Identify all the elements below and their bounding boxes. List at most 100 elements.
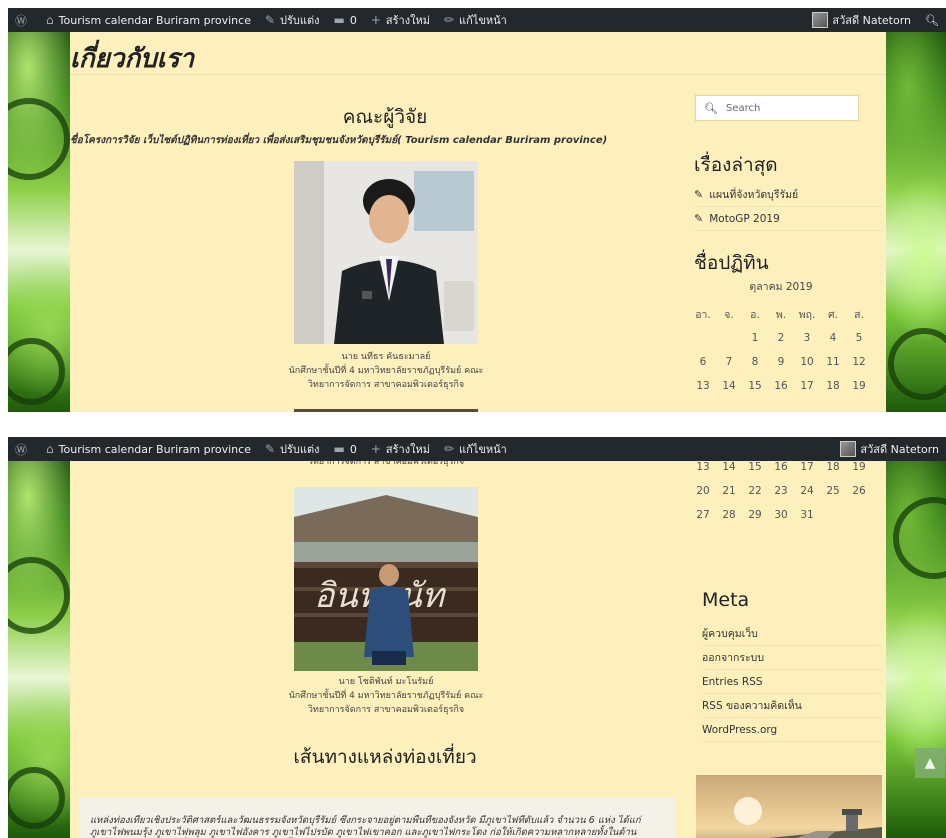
meta-link-label: WordPress.org [702,723,778,736]
route-description: แหล่งท่องเที่ยวเชิงประวัติศาสตร์และวัฒนธ… [90,815,641,838]
meta-link[interactable]: Entries RSS [702,670,882,694]
calendar-widget: ตุลาคม 2019 อา. จ. อ. พ. พฤ. ศ. ส. 1 2 3 [690,278,872,398]
calendar-day: 20 [696,485,710,497]
site-name-link[interactable]: ⌂ Tourism calendar Buriram province [39,8,258,32]
avatar [840,441,857,457]
edit-page-link[interactable]: ✏ แก้ไขหน้า [437,8,514,32]
pencil-icon: ✏ [443,442,455,456]
wordpress-icon: Ⓦ [15,13,28,28]
search-icon: 🔍︎ [925,13,939,27]
weekday-header: อา. [695,308,711,321]
calendar-day: 14 [722,380,736,392]
calendar-day: 10 [800,356,814,368]
meta-link[interactable]: ออกจากระบบ [702,646,882,670]
edit-page-link[interactable]: ✏ แก้ไขหน้า [437,437,514,461]
avatar [812,12,829,28]
wordpress-logo-button[interactable]: Ⓦ [8,8,39,32]
divider [70,74,886,75]
scroll-to-top-button[interactable]: ▲ [915,748,945,778]
calendar-day: 15 [748,380,762,392]
page-title: เกี่ยวกับเรา [70,44,195,74]
brush-icon: ✎ [264,13,276,27]
weekday-header: พ. [775,308,787,321]
comment-icon: ▬ [333,442,345,456]
content-area: เกี่ยวกับเรา คณะผู้วิจัย ชื่อโครงการวิจั… [70,32,886,412]
new-label: สร้างใหม่ [385,443,430,456]
calendar-day: 19 [852,380,866,392]
plus-icon: + [370,442,381,456]
project-name: ชื่อโครงการวิจัย เว็บไซต์ปฏิทินการท่องเท… [70,135,608,146]
calendar-day: 26 [852,485,866,497]
customize-link[interactable]: ✎ ปรับแต่ง [258,437,327,461]
calendar-day: 13 [696,380,710,392]
greeting-label: สวัสดี Natetorn [860,443,939,456]
calendar-day: 29 [748,509,762,521]
screenshot-bottom: Ⓦ ⌂ Tourism calendar Buriram province ✎ ปร… [8,437,946,838]
calendar-day: 7 [725,356,733,368]
new-content-link[interactable]: + สร้างใหม่ [364,8,437,32]
calendar-widget-continued: 13 14 15 16 17 18 19 20 21 22 23 24 25 2… [690,455,872,527]
calendar-day: 25 [826,485,840,497]
customize-label: ปรับแต่ง [280,14,320,27]
sunset-road-image [696,775,882,838]
edit-page-label: แก้ไขหน้า [459,14,507,27]
wordpress-icon: Ⓦ [15,442,28,457]
weekday-header: จ. [724,308,734,321]
meta-title: Meta [702,589,750,611]
pencil-icon: ✎ [694,211,704,225]
home-icon: ⌂ [46,13,54,27]
researcher1-line2: นักศึกษาชั้นปีที่ 4 มหาวิทยาลัยราชภัฏบุร… [288,366,484,376]
home-icon: ⌂ [46,442,54,456]
calendar-day: 22 [748,485,762,497]
meta-link[interactable]: ผู้ควบคุมเว็บ [702,622,882,646]
greeting-label: สวัสดี Natetorn [832,14,912,27]
admin-search-button[interactable]: 🔍︎ [918,8,946,32]
customize-link[interactable]: ✎ ปรับแต่ง [258,8,327,32]
recent-post-link[interactable]: ✎ แผนที่จังหวัดบุรีรัมย์ [694,183,884,207]
new-content-link[interactable]: + สร้างใหม่ [364,437,437,461]
calendar-day: 4 [829,332,837,344]
calendar-day: 21 [722,485,736,497]
calendar-day: 31 [800,509,814,521]
plus-icon: + [370,13,381,27]
calendar-day: 2 [777,332,785,344]
search-input[interactable]: 🔍︎ Search [695,95,859,121]
wordpress-logo-button[interactable]: Ⓦ [8,437,39,461]
pencil-icon: ✎ [694,187,704,201]
customize-label: ปรับแต่ง [280,443,320,456]
comments-link[interactable]: ▬ 0 [327,8,364,32]
researcher2-photo-partial [294,409,478,412]
meta-link[interactable]: WordPress.org [702,718,882,742]
comments-count: 0 [349,442,357,456]
calendar-caption: ตุลาคม 2019 [749,281,813,293]
my-account-link[interactable]: สวัสดี Natetorn [833,437,946,461]
calendar-day: 1 [751,332,759,344]
edit-page-label: แก้ไขหน้า [459,443,507,456]
my-account-link[interactable]: สวัสดี Natetorn [805,8,918,32]
arrow-up-icon: ▲ [924,755,936,771]
calendar-title: ชื่อปฏิทิน [694,252,769,274]
calendar-day: 9 [777,356,785,368]
comments-link[interactable]: ▬ 0 [327,437,364,461]
recent-post-link[interactable]: ✎ MotoGP 2019 [694,207,884,231]
weekday-header: ศ. [827,308,838,321]
site-name-label: Tourism calendar Buriram province [58,442,251,456]
site-name-link[interactable]: ⌂ Tourism calendar Buriram province [39,437,258,461]
admin-bar: Ⓦ ⌂ Tourism calendar Buriram province ✎ ปร… [8,437,946,461]
researcher2-caption: นาย โชติพันท์ มะโนรัมย์ นักศึกษาชั้นปีที… [250,675,522,717]
calendar-day [716,326,742,350]
pencil-icon: ✏ [443,13,455,27]
brush-icon: ✎ [264,442,276,456]
calendar-day: 12 [852,356,866,368]
calendar-day: 8 [751,356,759,368]
content-area: วิทยาการจัดการ สาขาคอมพิวเตอร์ธุรกิจ อิน… [70,457,886,838]
meta-link[interactable]: RSS ของความคิดเห็น [702,694,882,718]
researcher2-photo: อินทรนัท [294,487,478,671]
route-heading: เส้นทางแหล่งท่องเที่ยว [293,746,477,768]
weekday-header: อ. [750,308,760,321]
meta-link-label: ผู้ควบคุมเว็บ [702,627,758,640]
calendar-day: 3 [803,332,811,344]
calendar-day: 30 [774,509,788,521]
researchers-heading: คณะผู้วิจัย [342,106,428,128]
researcher1-line3: วิทยาการจัดการ สาขาคอมพิวเตอร์ธุรกิจ [307,380,465,390]
